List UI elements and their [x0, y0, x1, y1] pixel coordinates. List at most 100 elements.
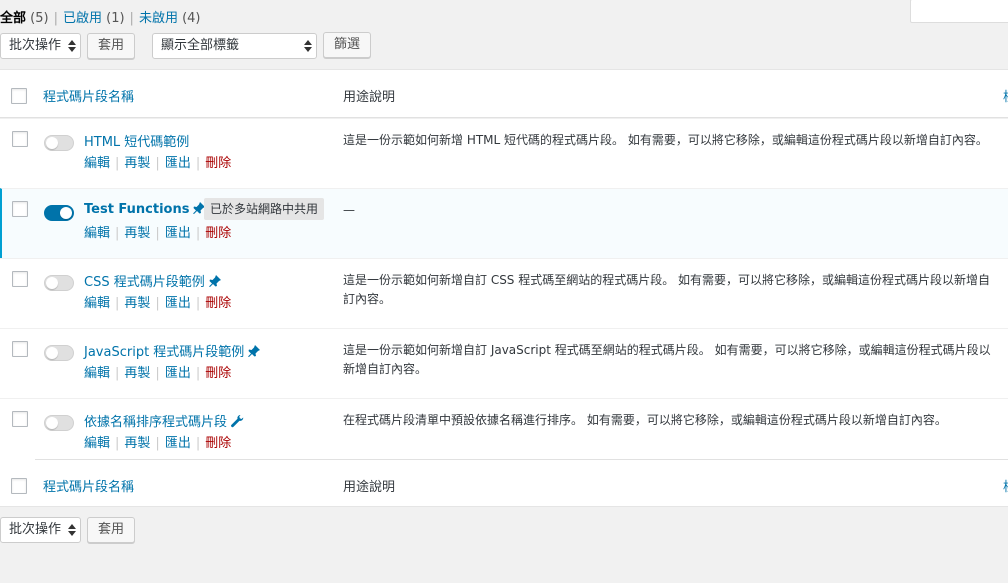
bulk-actions-select-bottom[interactable]: 批次操作 [0, 517, 81, 543]
export-link[interactable]: 匯出 [165, 156, 191, 171]
column-name-sort-link[interactable]: 程式碼片段名稱 [43, 86, 134, 105]
filter-all-link[interactable]: 全部 [0, 11, 26, 26]
action-separator: | [155, 296, 160, 311]
filter-active-link[interactable]: 已啟用 [63, 11, 102, 26]
snippet-name-link[interactable]: CSS 程式碼片段範例 [84, 271, 222, 290]
snippet-description: 這是一份示範如何新增自訂 JavaScript 程式碼至網站的程式碼片段。 如有… [343, 343, 991, 376]
clone-link[interactable]: 再製 [124, 366, 150, 381]
table-row: HTML 短代碼範例 編輯 | 再製 | 匯出 | 刪除 這是一份示範如何新增 HTML 短… [0, 118, 1008, 188]
row-actions: 編輯 | 再製 | 匯出 | 刪除 [84, 292, 231, 311]
select-arrows-icon [68, 522, 76, 538]
column-name-sort-link-footer[interactable]: 程式碼片段名稱 [43, 476, 134, 495]
delete-link[interactable]: 刪除 [205, 436, 231, 451]
action-separator: | [155, 156, 160, 171]
action-separator: | [155, 226, 160, 241]
select-arrows-icon [68, 38, 76, 54]
filter-inactive-link[interactable]: 未啟用 [139, 11, 178, 26]
clone-link[interactable]: 再製 [124, 296, 150, 311]
snippet-name-text: Test Functions [84, 202, 190, 217]
edit-link[interactable]: 編輯 [84, 156, 110, 171]
action-separator: | [115, 366, 120, 381]
apply-button-bottom[interactable]: 套用 [87, 517, 135, 543]
row-checkbox[interactable] [12, 341, 28, 357]
activate-toggle-on[interactable] [44, 205, 74, 221]
bulk-actions-label: 批次操作 [9, 38, 62, 53]
action-separator: | [195, 156, 201, 171]
apply-button-top[interactable]: 套用 [87, 33, 135, 59]
column-description-header: 用途說明 [343, 90, 396, 105]
snippet-name-link[interactable]: HTML 短代碼範例 [84, 131, 189, 150]
table-header: 程式碼片段名稱 用途說明 標 [0, 70, 1008, 118]
export-link[interactable]: 匯出 [165, 366, 191, 381]
snippet-description: 這是一份示範如何新增自訂 CSS 程式碼至網站的程式碼片段。 如有需要，可以將它… [343, 273, 991, 306]
action-separator: | [195, 366, 201, 381]
snippet-description: — [343, 203, 355, 217]
snippet-name-link[interactable]: JavaScript 程式碼片段範例 [84, 341, 261, 360]
action-separator: | [195, 226, 201, 241]
action-separator: | [195, 436, 201, 451]
action-separator: | [195, 296, 201, 311]
column-tags-footer[interactable]: 標 [1003, 476, 1008, 495]
edit-link[interactable]: 編輯 [84, 436, 110, 451]
pin-icon [248, 345, 261, 357]
wrench-icon [231, 414, 244, 428]
network-shared-badge: 已於多站網路中共用 [204, 198, 325, 220]
snippet-name-text: CSS 程式碼片段範例 [84, 275, 205, 290]
delete-link[interactable]: 刪除 [205, 226, 231, 241]
search-input[interactable] [910, 0, 1008, 23]
row-actions: 編輯 | 再製 | 匯出 | 刪除 [84, 362, 231, 381]
clone-link[interactable]: 再製 [124, 226, 150, 241]
column-tags-header[interactable]: 標 [1003, 86, 1008, 105]
select-arrows-icon [304, 38, 312, 54]
edit-link[interactable]: 編輯 [84, 296, 110, 311]
export-link[interactable]: 匯出 [165, 436, 191, 451]
edit-link[interactable]: 編輯 [84, 366, 110, 381]
filter-button[interactable]: 篩選 [323, 32, 371, 58]
table-row: CSS 程式碼片段範例 編輯 | 再製 | 匯出 | 刪除 這是一份示範如何新增自訂 CSS… [0, 258, 1008, 328]
bulk-actions-select-top[interactable]: 批次操作 [0, 33, 81, 59]
snippet-description: 這是一份示範如何新增 HTML 短代碼的程式碼片段。 如有需要，可以將它移除，或… [343, 133, 988, 147]
row-actions: 編輯 | 再製 | 匯出 | 刪除 [84, 432, 231, 451]
delete-link[interactable]: 刪除 [205, 366, 231, 381]
snippets-table: 程式碼片段名稱 用途說明 標 HTML 短代碼範例 編輯 | 再製 | 匯出 | 刪除 這是… [0, 69, 1008, 507]
snippet-name-link[interactable]: 依據名稱排序程式碼片段 [84, 411, 244, 430]
snippet-name-link[interactable]: Test Functions [84, 201, 206, 217]
row-checkbox[interactable] [12, 131, 28, 147]
tags-filter-select[interactable]: 顯示全部標籤 [152, 33, 317, 59]
select-all-checkbox[interactable] [11, 88, 27, 104]
table-row-active: Test Functions 已於多站網路中共用 編輯 | 再製 | 匯出 | 刪除 — [0, 188, 1008, 258]
row-checkbox[interactable] [12, 201, 28, 217]
table-row: 依據名稱排序程式碼片段 編輯 | 再製 | 匯出 | 刪除 在程式碼片段清單中預設依據名稱進… [0, 398, 1008, 468]
row-checkbox[interactable] [12, 411, 28, 427]
table-row: JavaScript 程式碼片段範例 編輯 | 再製 | 匯出 | 刪除 這是一份示範如何新… [0, 328, 1008, 398]
delete-link[interactable]: 刪除 [205, 156, 231, 171]
filter-separator: | [129, 11, 134, 26]
filter-inactive-count: (4) [182, 11, 201, 26]
bulk-actions-label: 批次操作 [9, 522, 62, 537]
row-actions: 編輯 | 再製 | 匯出 | 刪除 [84, 152, 231, 171]
clone-link[interactable]: 再製 [124, 156, 150, 171]
snippet-description: 在程式碼片段清單中預設依據名稱進行排序。 如有需要，可以將它移除，或編輯這份程式… [343, 413, 947, 427]
activate-toggle[interactable] [44, 275, 74, 291]
row-actions: 編輯 | 再製 | 匯出 | 刪除 [84, 222, 231, 241]
action-separator: | [155, 366, 160, 381]
action-separator: | [115, 436, 120, 451]
row-checkbox[interactable] [12, 271, 28, 287]
tags-filter-label: 顯示全部標籤 [161, 38, 240, 53]
export-link[interactable]: 匯出 [165, 226, 191, 241]
clone-link[interactable]: 再製 [124, 436, 150, 451]
export-link[interactable]: 匯出 [165, 296, 191, 311]
activate-toggle[interactable] [44, 135, 74, 151]
action-separator: | [115, 296, 120, 311]
delete-link[interactable]: 刪除 [205, 296, 231, 311]
snippet-name-text: JavaScript 程式碼片段範例 [84, 345, 245, 360]
select-all-checkbox-footer[interactable] [11, 478, 27, 494]
snippet-name-text: 依據名稱排序程式碼片段 [84, 415, 228, 430]
snippets-page: 全部 (5) | 已啟用 (1) | 未啟用 (4) 批次操作 套用 顯示全部標籤 篩選… [0, 0, 1008, 583]
activate-toggle[interactable] [44, 345, 74, 361]
activate-toggle[interactable] [44, 415, 74, 431]
action-separator: | [115, 156, 120, 171]
filter-all-count: (5) [30, 11, 49, 26]
pin-icon [208, 275, 221, 287]
edit-link[interactable]: 編輯 [84, 226, 110, 241]
